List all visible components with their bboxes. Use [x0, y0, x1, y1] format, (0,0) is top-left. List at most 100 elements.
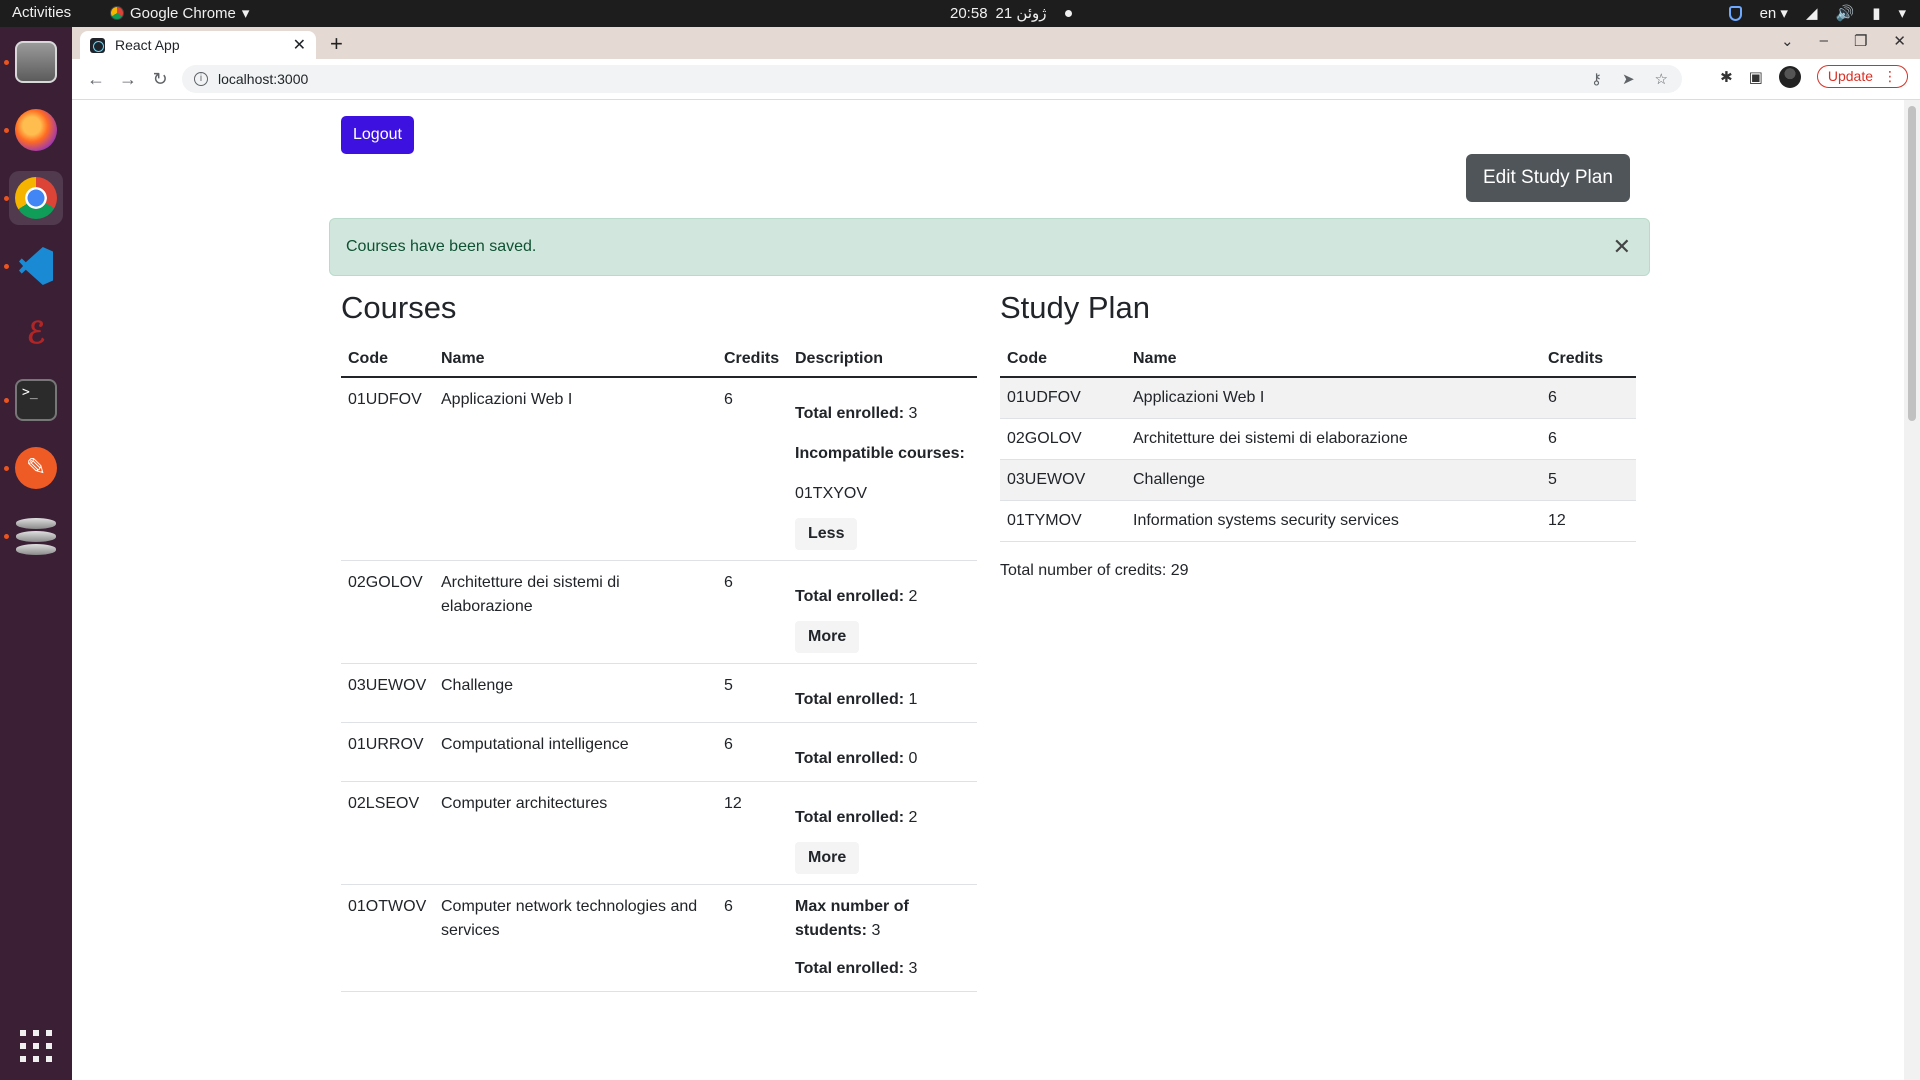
send-icon[interactable]: ➤	[1622, 70, 1635, 88]
course-name: Applicazioni Web I	[434, 377, 717, 561]
running-indicator-icon	[4, 60, 9, 65]
more-button[interactable]: More	[795, 842, 860, 874]
activities-button[interactable]: Activities	[12, 4, 71, 21]
logout-button[interactable]: Logout	[341, 116, 414, 154]
table-row: 01UDFOV Applicazioni Web I 6 Total enrol…	[341, 377, 977, 561]
browser-chrome: React App ✕ + ⌄ – ❐ ✕ ← → ↻ i localhost:…	[72, 27, 1920, 100]
course-description: Total enrolled: 2 More	[788, 781, 977, 885]
minimize-icon[interactable]: –	[1820, 32, 1828, 50]
system-top-bar: Activities Google Chrome ▾ 20:58 21 ژوئن…	[0, 0, 1920, 27]
incompatible-value: 01TXYOV	[795, 485, 868, 502]
enrolled-value: 1	[908, 691, 918, 708]
wifi-icon: ◢	[1805, 5, 1818, 22]
less-button[interactable]: Less	[795, 518, 858, 550]
enrolled-line: Total enrolled: 2	[795, 585, 970, 609]
address-bar[interactable]: i localhost:3000 ⚷ ➤ ☆	[182, 65, 1682, 93]
alert-close-icon[interactable]: ✕	[1613, 219, 1631, 275]
edit-study-plan-button[interactable]: Edit Study Plan	[1466, 154, 1630, 202]
course-credits: 6	[717, 560, 788, 664]
course-description: Total enrolled: 2 More	[788, 560, 977, 664]
table-row: 03UEWOV Challenge 5	[1000, 459, 1636, 501]
course-name: Computer architectures	[434, 781, 717, 885]
window-controls: ⌄ – ❐ ✕	[1781, 32, 1906, 50]
toolbar-right: ✱ ▣ Update ⋮	[1720, 65, 1908, 88]
plan-credits: 5	[1541, 459, 1636, 501]
plan-name: Information systems security services	[1126, 500, 1541, 542]
incompatible-label: Incompatible courses:	[795, 445, 965, 462]
enrolled-line: Total enrolled: 2	[795, 806, 970, 830]
success-alert: Courses have been saved. ✕	[329, 218, 1650, 276]
key-icon[interactable]: ⚷	[1591, 70, 1602, 88]
course-credits: 6	[717, 722, 788, 782]
enrolled-value: 0	[908, 750, 918, 767]
system-tray[interactable]: en ▾ ◢ 🔊 ▮ ▾	[1728, 4, 1906, 22]
new-tab-icon[interactable]: +	[330, 31, 343, 57]
show-apps-icon[interactable]	[20, 1030, 52, 1062]
course-description: Max number of students: 3 Total enrolled…	[788, 884, 977, 992]
app-menu[interactable]: Google Chrome ▾	[110, 4, 249, 22]
url-text: localhost:3000	[218, 71, 309, 87]
site-info-icon[interactable]: i	[194, 72, 208, 86]
restore-icon[interactable]: ❐	[1854, 32, 1867, 50]
total-credits: Total number of credits: 29	[1000, 562, 1189, 579]
table-row: 01URROV Computational intelligence 6 Tot…	[341, 722, 977, 782]
enrolled-line: Total enrolled: 1	[795, 688, 970, 712]
dock-chrome[interactable]	[9, 171, 63, 225]
page-scrollbar[interactable]	[1904, 100, 1920, 1080]
table-row: 01UDFOV Applicazioni Web I 6	[1000, 377, 1636, 419]
database-icon	[15, 515, 57, 557]
postman-icon: ✎	[15, 447, 57, 489]
dock-terminal[interactable]: >_	[9, 373, 63, 427]
column-header-description: Description	[788, 342, 977, 378]
language-indicator[interactable]: en ▾	[1760, 4, 1788, 22]
browser-toolbar: ← → ↻ i localhost:3000 ⚷ ➤ ☆ ✱ ▣ Update ⋮	[72, 59, 1920, 100]
web-page: Logout Edit Study Plan Courses have been…	[72, 100, 1904, 1080]
dock-vscode[interactable]	[9, 239, 63, 293]
plan-name: Challenge	[1126, 459, 1541, 501]
course-code: 01OTWOV	[341, 884, 434, 992]
max-students-line: Max number of students: 3	[795, 895, 970, 943]
tab-close-icon[interactable]: ✕	[293, 35, 306, 55]
enrolled-value: 2	[908, 588, 918, 605]
more-button[interactable]: More	[795, 621, 860, 653]
clock[interactable]: 20:58 21 ژوئن	[950, 4, 1072, 22]
scrollbar-thumb[interactable]	[1908, 106, 1916, 421]
running-indicator-icon	[4, 398, 9, 403]
dock: ℰ >_ ✎	[0, 27, 72, 1080]
course-credits: 6	[717, 884, 788, 992]
dock-database[interactable]	[9, 509, 63, 563]
extensions-icon[interactable]: ✱	[1720, 68, 1733, 86]
enrolled-label: Total enrolled:	[795, 405, 905, 422]
plan-header-row: Code Name Credits	[1000, 342, 1636, 378]
enrolled-label: Total enrolled:	[795, 750, 905, 767]
reload-icon[interactable]: ↻	[144, 69, 176, 90]
tab-search-icon[interactable]: ⌄	[1781, 32, 1794, 50]
update-button[interactable]: Update ⋮	[1816, 65, 1908, 88]
vscode-icon	[15, 245, 57, 287]
dock-files[interactable]	[9, 35, 63, 89]
browser-tab[interactable]: React App ✕	[80, 31, 316, 59]
course-credits: 6	[717, 377, 788, 561]
close-window-icon[interactable]: ✕	[1893, 32, 1906, 50]
enrolled-line: Total enrolled: 3	[795, 957, 970, 981]
dock-ce-app[interactable]: ℰ	[9, 307, 63, 361]
column-header-credits: Credits	[717, 342, 788, 378]
update-label: Update	[1827, 68, 1873, 84]
column-header-code: Code	[341, 342, 434, 378]
running-indicator-icon	[4, 466, 9, 471]
side-panel-icon[interactable]: ▣	[1749, 68, 1763, 86]
dock-postman[interactable]: ✎	[9, 441, 63, 495]
files-icon	[15, 41, 57, 83]
forward-icon[interactable]: →	[112, 69, 144, 90]
dock-firefox[interactable]	[9, 103, 63, 157]
back-icon[interactable]: ←	[80, 69, 112, 90]
study-plan-table: Code Name Credits 01UDFOV Applicazioni W…	[1000, 342, 1636, 542]
plan-code: 01TYMOV	[1000, 500, 1126, 542]
profile-avatar-icon[interactable]	[1778, 65, 1801, 88]
clock-time: 20:58	[950, 4, 988, 22]
plan-name: Applicazioni Web I	[1126, 377, 1541, 419]
caret-down-icon: ▾	[1898, 5, 1906, 22]
bookmark-star-icon[interactable]: ☆	[1655, 70, 1668, 88]
enrolled-label: Total enrolled:	[795, 691, 905, 708]
terminal-icon: >_	[15, 379, 57, 421]
